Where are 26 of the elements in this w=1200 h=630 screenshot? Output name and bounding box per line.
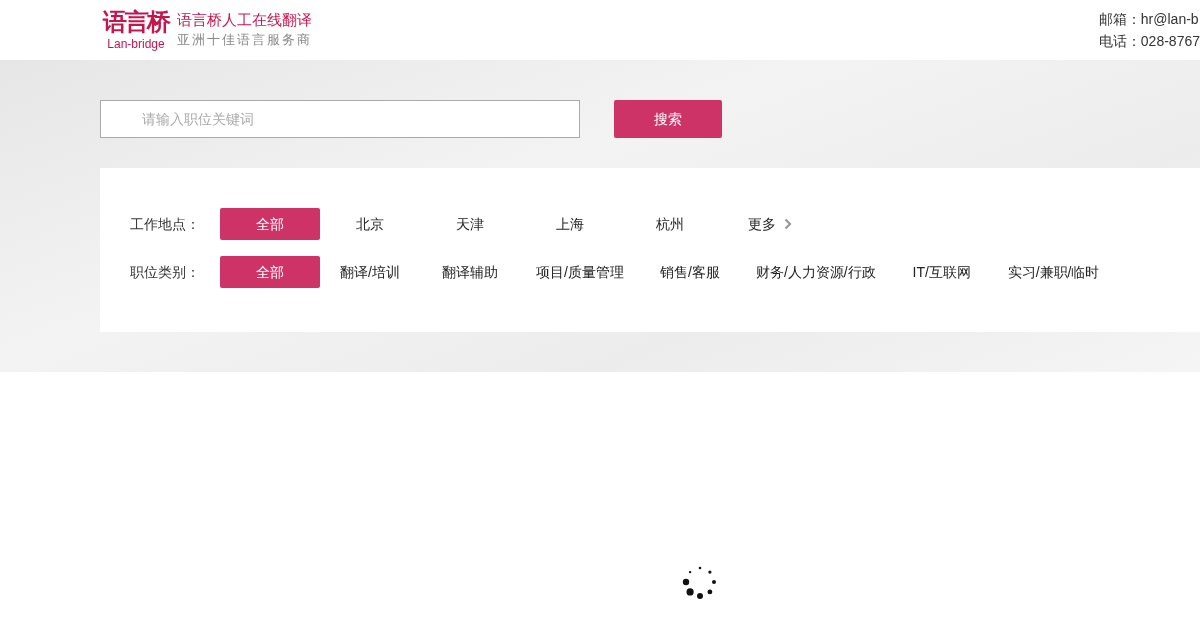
search-button[interactable]: 搜索 <box>614 100 722 138</box>
filter-option[interactable]: 财务/人力资源/行政 <box>739 256 892 288</box>
filter-option[interactable]: 翻译/培训 <box>320 256 420 288</box>
search-field[interactable]: 请输入职位关键词 <box>100 100 580 138</box>
filter-option[interactable]: 全部 <box>220 256 320 288</box>
logo[interactable]: 语言桥 Lan-bridge <box>103 10 169 50</box>
slogan: 亚洲十佳语言服务商 <box>177 31 312 49</box>
filter-option[interactable]: 天津 <box>420 208 520 240</box>
filter-option[interactable]: 全部 <box>220 208 320 240</box>
filter-option[interactable]: 上海 <box>520 208 620 240</box>
logo-subtitle: Lan-bridge <box>107 38 165 50</box>
contact-text: 电话：028-8767 <box>1098 32 1200 51</box>
filter-option[interactable]: 杭州 <box>620 208 720 240</box>
filter-label: 工作地点： <box>130 214 201 234</box>
tagline: 语言桥人工在线翻译 <box>177 10 312 30</box>
filter-option[interactable]: 实习/兼职/临时 <box>991 256 1116 288</box>
more-button[interactable]: 更多 <box>720 213 792 235</box>
filter-option[interactable]: 销售/客服 <box>639 256 740 288</box>
filter-option[interactable]: 北京 <box>320 208 420 240</box>
filter-option[interactable]: IT/互联网 <box>891 256 992 288</box>
filter-label: 职位类别： <box>130 262 201 282</box>
filter-option[interactable]: 翻译辅助 <box>420 256 520 288</box>
chevron-right-icon <box>784 218 792 230</box>
logo-mark: 语言桥 <box>103 10 169 34</box>
contact-text: 邮箱：hr@lan-b <box>1098 10 1200 29</box>
filter-option[interactable]: 项目/质量管理 <box>520 256 640 288</box>
